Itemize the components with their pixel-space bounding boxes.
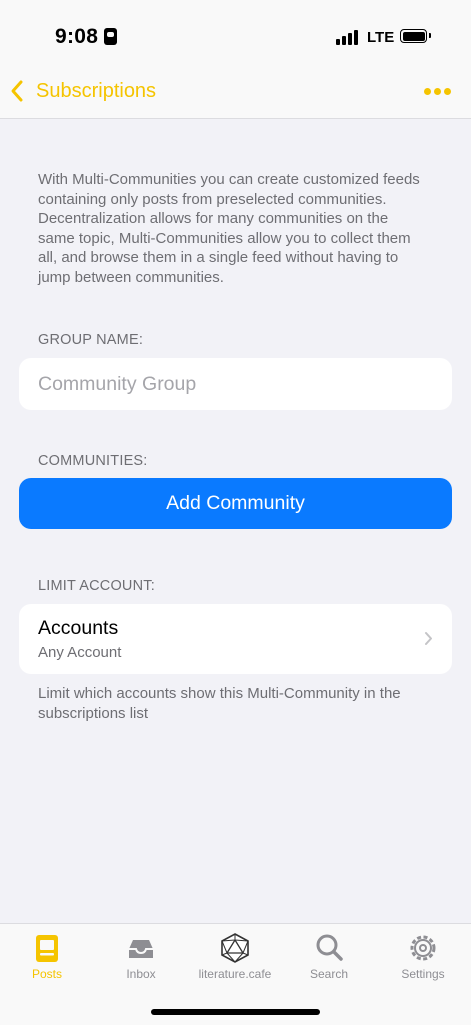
group-name-label: GROUP NAME: — [38, 332, 144, 348]
accounts-row[interactable]: Accounts Any Account — [19, 604, 452, 674]
tab-posts-label: Posts — [31, 967, 62, 981]
tab-inbox[interactable]: Inbox — [94, 924, 188, 994]
accounts-value: Any Account — [38, 644, 122, 661]
navigation-bar: Subscriptions — [0, 62, 471, 119]
tab-search-label: Search — [309, 967, 349, 981]
description-text: With Multi-Communities you can create cu… — [38, 171, 420, 286]
battery-icon — [400, 29, 431, 43]
chevron-left-icon — [11, 80, 23, 102]
status-bar: 9:08 LTE — [0, 0, 471, 62]
limit-account-note: Limit which accounts show this Multi-Com… — [38, 685, 401, 722]
contact-badge-icon — [104, 28, 117, 45]
d20-icon — [221, 933, 249, 963]
tab-settings-label: Settings — [401, 967, 445, 981]
back-button[interactable]: Subscriptions — [10, 76, 156, 106]
inbox-icon — [129, 940, 153, 958]
tab-search[interactable]: Search — [282, 924, 376, 994]
search-icon — [316, 934, 343, 961]
limit-account-label: LIMIT ACCOUNT: — [38, 578, 155, 594]
tab-settings[interactable]: Settings — [376, 924, 470, 994]
tab-inbox-label: Inbox — [126, 967, 156, 981]
posts-icon — [36, 935, 58, 962]
tab-instance-label: literature.cafe — [198, 967, 272, 981]
communities-label: COMMUNITIES: — [38, 453, 148, 469]
back-button-label: Subscriptions — [36, 79, 157, 102]
add-community-button[interactable]: Add Community — [19, 478, 452, 529]
chevron-right-icon — [425, 632, 432, 645]
accounts-title: Accounts — [38, 617, 119, 639]
group-name-input[interactable] — [19, 358, 452, 410]
home-indicator[interactable] — [151, 1009, 320, 1015]
tab-posts[interactable]: Posts — [0, 924, 94, 994]
status-time: 9:08 — [55, 25, 99, 48]
signal-icon — [336, 29, 360, 45]
gear-icon — [410, 935, 436, 961]
tab-instance[interactable]: literature.cafe — [188, 924, 282, 994]
network-type: LTE — [367, 29, 395, 46]
ellipsis-icon[interactable] — [424, 88, 452, 96]
